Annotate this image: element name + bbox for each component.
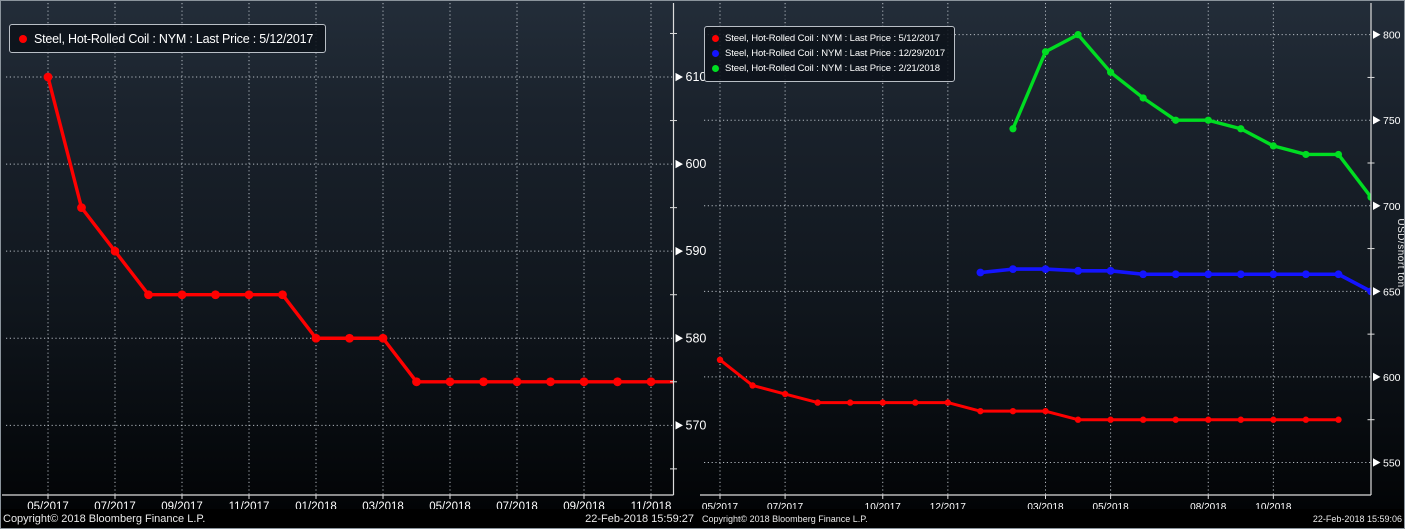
timestamp-left: 22-Feb-2018 15:59:27	[585, 513, 694, 525]
legend-entry: Steel, Hot-Rolled Coil : NYM : Last Pric…	[19, 32, 313, 46]
bloomberg-chart-window: 05/201707/201709/201711/201701/201803/20…	[0, 0, 1405, 529]
svg-text:600: 600	[686, 157, 707, 171]
right-chart-legend[interactable]: Steel, Hot-Rolled Coil : NYM : Last Pric…	[704, 26, 955, 82]
svg-text:700: 700	[1383, 201, 1401, 213]
svg-text:800: 800	[1383, 30, 1401, 42]
left-chart-legend[interactable]: Steel, Hot-Rolled Coil : NYM : Last Pric…	[9, 24, 326, 53]
legend-label: Steel, Hot-Rolled Coil : NYM : Last Pric…	[34, 32, 313, 46]
footer-bar: Copyright© 2018 Bloomberg Finance L.P. 2…	[1, 509, 1404, 528]
copyright-left: Copyright© 2018 Bloomberg Finance L.P.	[3, 513, 205, 525]
copyright-right: Copyright© 2018 Bloomberg Finance L.P.	[702, 514, 868, 524]
legend-entry: Steel, Hot-Rolled Coil : NYM : Last Pric…	[712, 46, 945, 61]
svg-text:550: 550	[1383, 457, 1401, 469]
legend-label: Steel, Hot-Rolled Coil : NYM : Last Pric…	[725, 46, 945, 61]
svg-text:650: 650	[1383, 286, 1401, 298]
blue-series-marker-icon	[712, 50, 719, 57]
legend-entry: Steel, Hot-Rolled Coil : NYM : Last Pric…	[712, 31, 945, 46]
svg-text:580: 580	[686, 331, 707, 345]
timestamp-right: 22-Feb-2018 15:59:06	[1313, 514, 1402, 524]
green-series-marker-icon	[712, 65, 719, 72]
svg-text:600: 600	[1383, 372, 1401, 384]
svg-text:750: 750	[1383, 115, 1401, 127]
svg-text:590: 590	[686, 244, 707, 258]
red-series-marker-icon	[19, 35, 27, 43]
y-axis-title: USD/short ton	[1395, 218, 1405, 287]
charts-canvas[interactable]: 05/201707/201709/201711/201701/201803/20…	[1, 1, 1405, 529]
svg-text:570: 570	[686, 418, 707, 432]
legend-entry: Steel, Hot-Rolled Coil : NYM : Last Pric…	[712, 61, 945, 76]
legend-label: Steel, Hot-Rolled Coil : NYM : Last Pric…	[725, 31, 940, 46]
legend-label: Steel, Hot-Rolled Coil : NYM : Last Pric…	[725, 61, 940, 76]
red-series-marker-icon	[712, 35, 719, 42]
